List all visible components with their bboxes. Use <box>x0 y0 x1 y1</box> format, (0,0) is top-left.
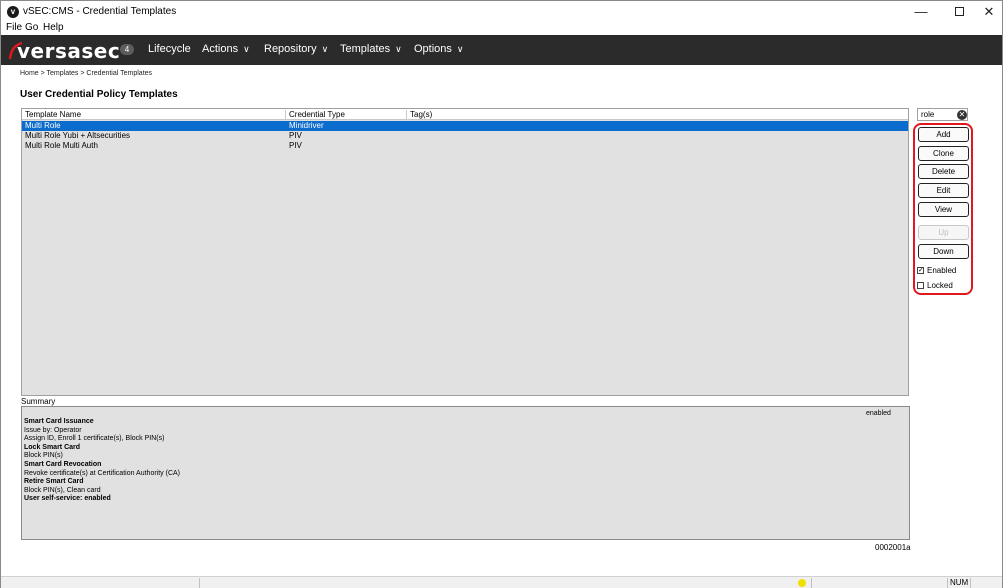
cell-template-name: Multi Role <box>25 121 61 130</box>
cell-template-name: Multi Role Yubi + Altsecurities <box>25 131 131 140</box>
summary-line: Assign ID, Enroll 1 certificate(s), Bloc… <box>24 435 165 443</box>
menu-bar: File Go Help <box>1 21 1002 35</box>
page-title: User Credential Policy Templates <box>20 89 178 100</box>
status-bar: NUM <box>1 576 1002 588</box>
nav-templates[interactable]: Templates ∨ <box>340 43 402 55</box>
summary-line: Revoke certificate(s) at Certification A… <box>24 469 180 477</box>
menu-go[interactable]: Go <box>25 22 38 33</box>
edit-button[interactable]: Edit <box>918 183 969 198</box>
enabled-label: Enabled <box>927 266 957 275</box>
breadcrumb[interactable]: Home > Templates > Credential Templates <box>20 70 152 77</box>
status-indicator-icon <box>798 579 806 587</box>
delete-button[interactable]: Delete <box>918 164 969 179</box>
close-window-button[interactable]: ✕ <box>974 3 1003 21</box>
status-segment <box>811 578 901 588</box>
table-row[interactable]: Multi Role Yubi + Altsecurities PIV <box>22 131 908 141</box>
cell-credential-type: Minidriver <box>289 121 324 130</box>
maximize-button[interactable] <box>944 3 974 21</box>
maximize-icon <box>954 7 964 16</box>
brand-logo[interactable]: versasec <box>17 39 120 63</box>
nav-options-label: Options <box>414 43 452 55</box>
cell-template-name: Multi Role Multi Auth <box>25 141 98 150</box>
cell-credential-type: PIV <box>289 141 302 150</box>
nav-repository[interactable]: Repository ∨ <box>264 43 328 55</box>
table-row[interactable]: Multi Role Minidriver <box>22 121 908 131</box>
minimize-button[interactable]: — <box>906 3 936 21</box>
summary-line: Issue by: Operator <box>24 426 82 434</box>
template-code: 0002001a <box>875 543 911 552</box>
column-header-template-name[interactable]: Template Name <box>22 110 286 120</box>
column-header-credential-type[interactable]: Credential Type <box>286 110 407 120</box>
notification-badge[interactable]: 4 <box>120 44 134 55</box>
window-title: vSEC:CMS - Credential Templates <box>23 6 177 17</box>
summary-line: Block PIN(s), Clean card <box>24 486 101 494</box>
summary-line: Smart Card Revocation <box>24 460 102 468</box>
chevron-down-icon: ∨ <box>321 44 329 54</box>
chevron-down-icon: ∨ <box>243 44 250 54</box>
status-segment <box>199 578 799 588</box>
nav-lifecycle-label: Lifecycle <box>148 43 191 55</box>
down-button[interactable]: Down <box>918 244 969 259</box>
chevron-down-icon: ∨ <box>456 44 464 54</box>
clone-button[interactable]: Clone <box>918 146 969 161</box>
nav-actions-label: Actions <box>202 43 239 55</box>
clear-search-icon[interactable]: ✕ <box>957 110 967 120</box>
add-button[interactable]: Add <box>918 127 969 142</box>
nav-options[interactable]: Options ∨ <box>414 43 464 55</box>
summary-line: User self-service: enabled <box>24 495 111 503</box>
menu-help[interactable]: Help <box>43 22 64 33</box>
chevron-down-icon: ∨ <box>395 44 402 54</box>
nav-actions[interactable]: Actions ∨ <box>202 43 250 55</box>
cell-credential-type: PIV <box>289 131 302 140</box>
table-row[interactable]: Multi Role Multi Auth PIV <box>22 141 908 151</box>
menu-file[interactable]: File <box>6 22 22 33</box>
summary-line: Block PIN(s) <box>24 452 63 460</box>
summary-panel: enabled Smart Card Issuance Issue by: Op… <box>21 406 910 540</box>
nav-repository-label: Repository <box>264 43 317 55</box>
enabled-check-icon: ✓ <box>917 267 924 274</box>
summary-status: enabled <box>866 410 891 417</box>
nav-lifecycle[interactable]: Lifecycle <box>148 43 191 55</box>
summary-line: Retire Smart Card <box>24 478 84 486</box>
title-bar: v vSEC:CMS - Credential Templates — ✕ <box>1 1 1002 23</box>
up-button[interactable]: Up <box>918 225 969 240</box>
locked-check-icon <box>917 282 924 289</box>
column-header-tags[interactable]: Tag(s) <box>407 110 908 120</box>
app-window: v vSEC:CMS - Credential Templates — ✕ Fi… <box>0 0 1003 588</box>
summary-line: Smart Card Issuance <box>24 418 94 425</box>
app-icon: v <box>7 6 19 18</box>
top-navbar: versasec 4 Lifecycle Actions ∨ Repository… <box>1 35 1002 65</box>
num-lock-indicator: NUM <box>947 578 972 588</box>
locked-label: Locked <box>927 281 953 290</box>
summary-line: Lock Smart Card <box>24 443 81 451</box>
view-button[interactable]: View <box>918 202 969 217</box>
templates-table[interactable]: Template Name Credential Type Tag(s) Mul… <box>21 108 909 396</box>
table-header: Template Name Credential Type Tag(s) <box>22 109 908 120</box>
nav-templates-label: Templates <box>340 43 391 55</box>
summary-label: Summary <box>21 397 56 406</box>
